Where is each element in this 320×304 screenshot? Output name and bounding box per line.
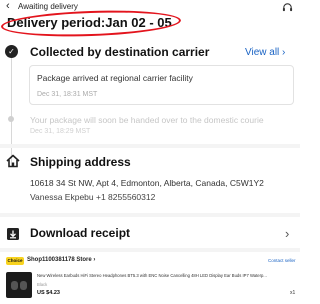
section-divider	[0, 248, 300, 252]
section-divider	[0, 144, 300, 148]
latest-tracking-card[interactable]: Package arrived at regional carrier faci…	[29, 65, 294, 105]
product-image[interactable]	[6, 272, 32, 298]
headset-icon[interactable]	[282, 2, 293, 13]
latest-event-time: Dec 31, 18:31 MST	[37, 91, 98, 98]
previous-event-time: Dec 31, 18:29 MST	[30, 128, 91, 135]
product-variant: Black	[37, 282, 48, 287]
shipping-address-title: Shipping address	[30, 155, 131, 169]
earbud-shape	[20, 281, 27, 290]
latest-event-text: Package arrived at regional carrier faci…	[37, 73, 193, 83]
product-price: US $4.23	[37, 290, 60, 296]
download-receipt-button[interactable]: Download receipt	[30, 226, 130, 240]
view-all-link[interactable]: View all ›	[245, 47, 285, 58]
chevron-right-icon[interactable]: ›	[285, 226, 289, 241]
check-icon: ✓	[5, 45, 18, 58]
page-title: Awaiting delivery	[18, 2, 78, 11]
home-icon	[6, 154, 20, 168]
earbud-shape	[11, 281, 18, 290]
chevron-left-icon[interactable]: ‹	[6, 1, 10, 12]
store-name-link[interactable]: Shop1100381178 Store ›	[27, 257, 95, 263]
contact-seller-link[interactable]: Contact seller	[268, 258, 296, 263]
previous-event-text: Your package will soon be handed over to…	[30, 115, 264, 125]
receipt-download-icon	[7, 228, 19, 240]
timeline-dot	[8, 116, 14, 122]
section-divider	[0, 213, 300, 217]
shipping-address-line: 10618 34 St NW, Apt 4, Edmonton, Alberta…	[30, 178, 264, 188]
store-row: Choice Shop1100381178 Store › Contact se…	[0, 255, 300, 267]
timeline-line	[11, 57, 12, 167]
product-quantity: x1	[290, 290, 296, 296]
tracking-status-title: Collected by destination carrier	[30, 45, 210, 59]
shipping-contact: Vanessa Ekpebu +1 8255560312	[30, 192, 156, 202]
choice-badge: Choice	[6, 257, 24, 265]
product-title[interactable]: New Wireless Earbuds HiFi Stereo Headpho…	[37, 273, 295, 278]
